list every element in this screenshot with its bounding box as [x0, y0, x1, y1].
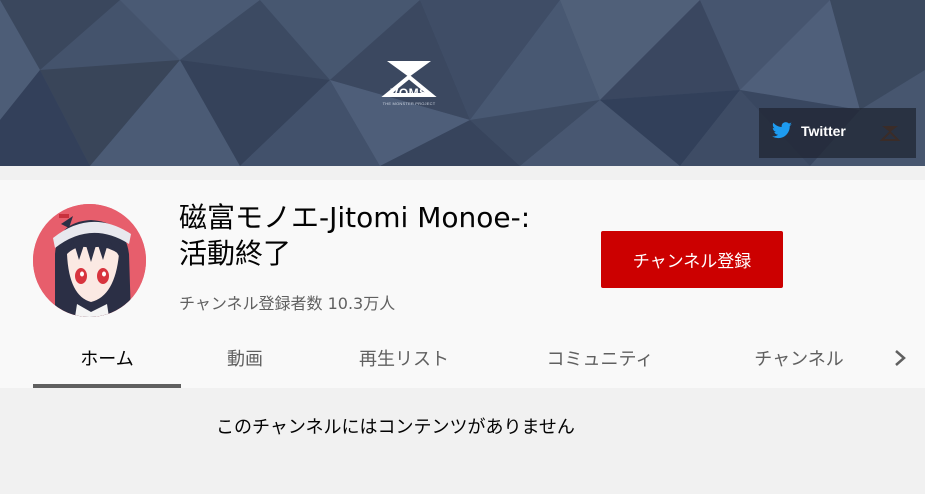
channel-content: このチャンネルにはコンテンツがありません — [0, 388, 925, 494]
tabs-next-button[interactable] — [886, 342, 914, 374]
tab-channels[interactable]: チャンネル — [728, 328, 870, 388]
tab-videos[interactable]: 動画 — [190, 328, 300, 388]
subscriber-count: チャンネル登録者数 10.3万人 — [179, 294, 396, 313]
channel-tabs: ホーム 動画 再生リスト コミュニティ チャンネル — [0, 328, 925, 388]
tab-home[interactable]: ホーム — [33, 328, 181, 388]
channel-name: 磁富モノエ-Jitomi Monoe-: 活動終了 — [179, 201, 531, 270]
banner-logo-text: VOMS — [390, 86, 428, 100]
channel-header: 磁富モノエ-Jitomi Monoe-: 活動終了 チャンネル登録者数 10.3… — [0, 180, 925, 388]
tab-playlists[interactable]: 再生リスト — [335, 328, 473, 388]
twitter-bird-icon — [772, 122, 792, 139]
empty-content-message: このチャンネルにはコンテンツがありません — [216, 417, 575, 438]
voms-link-icon[interactable] — [879, 122, 901, 144]
banner-links: Twitter — [759, 108, 916, 158]
tab-community[interactable]: コミュニティ — [520, 328, 680, 388]
twitter-link-label: Twitter — [801, 123, 846, 139]
subscribe-button[interactable]: チャンネル登録 — [601, 231, 783, 288]
avatar-illustration — [33, 204, 146, 317]
channel-avatar[interactable] — [33, 204, 146, 317]
twitter-link[interactable]: Twitter — [771, 122, 846, 140]
channel-banner: VOMS THE MONSTER PROJECT Twitter — [0, 0, 925, 166]
banner-logo-subtext: THE MONSTER PROJECT — [382, 101, 436, 106]
banner-divider — [0, 166, 925, 180]
chevron-right-icon — [895, 350, 906, 366]
